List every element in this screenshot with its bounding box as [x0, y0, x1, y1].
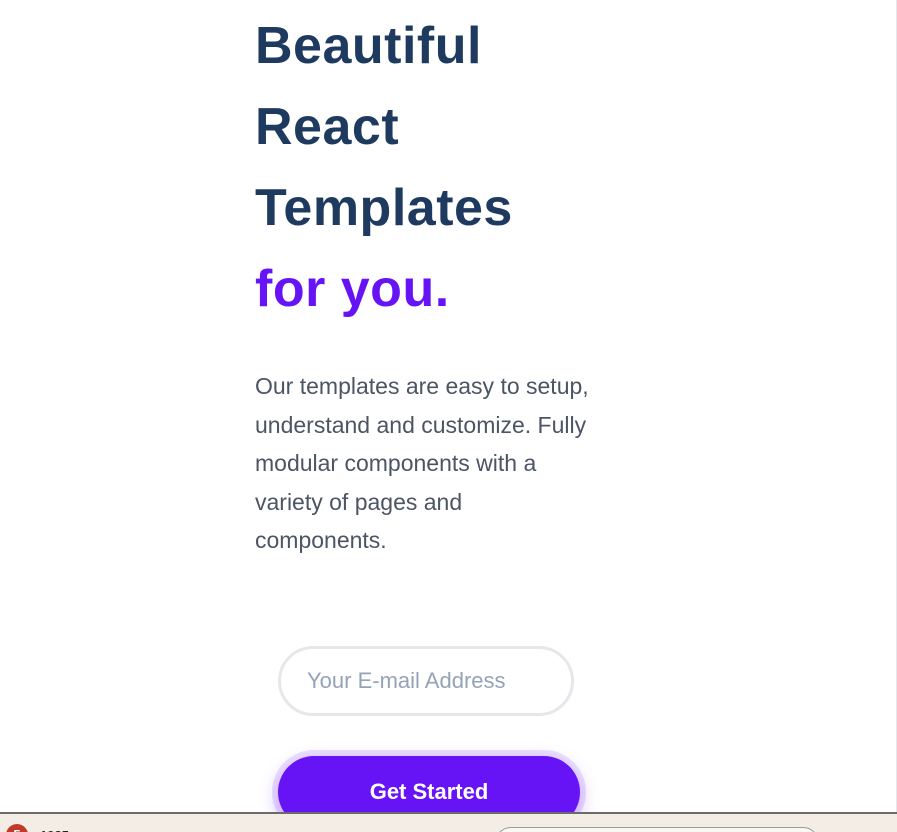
page-viewport: Beautiful React Templates for you. Our t…: [0, 0, 897, 812]
taskbar-label: 1925: [40, 828, 69, 832]
hero-description: Our templates are easy to setup, underst…: [255, 373, 589, 553]
hero-section: Beautiful React Templates for you. Our t…: [255, 0, 675, 553]
headline-line-2: React: [255, 98, 400, 156]
email-input[interactable]: [278, 646, 574, 716]
taskbar-search-box[interactable]: [495, 827, 819, 832]
headline-line-1: Beautiful: [255, 17, 482, 75]
taskbar: 5 1925: [0, 812, 897, 832]
hero-headline: Beautiful React Templates for you.: [255, 0, 675, 330]
get-started-button[interactable]: Get Started: [278, 756, 580, 812]
headline-line-3: Templates: [255, 179, 513, 237]
headline-accent: for you.: [255, 260, 450, 318]
notification-badge[interactable]: 5: [6, 824, 28, 832]
